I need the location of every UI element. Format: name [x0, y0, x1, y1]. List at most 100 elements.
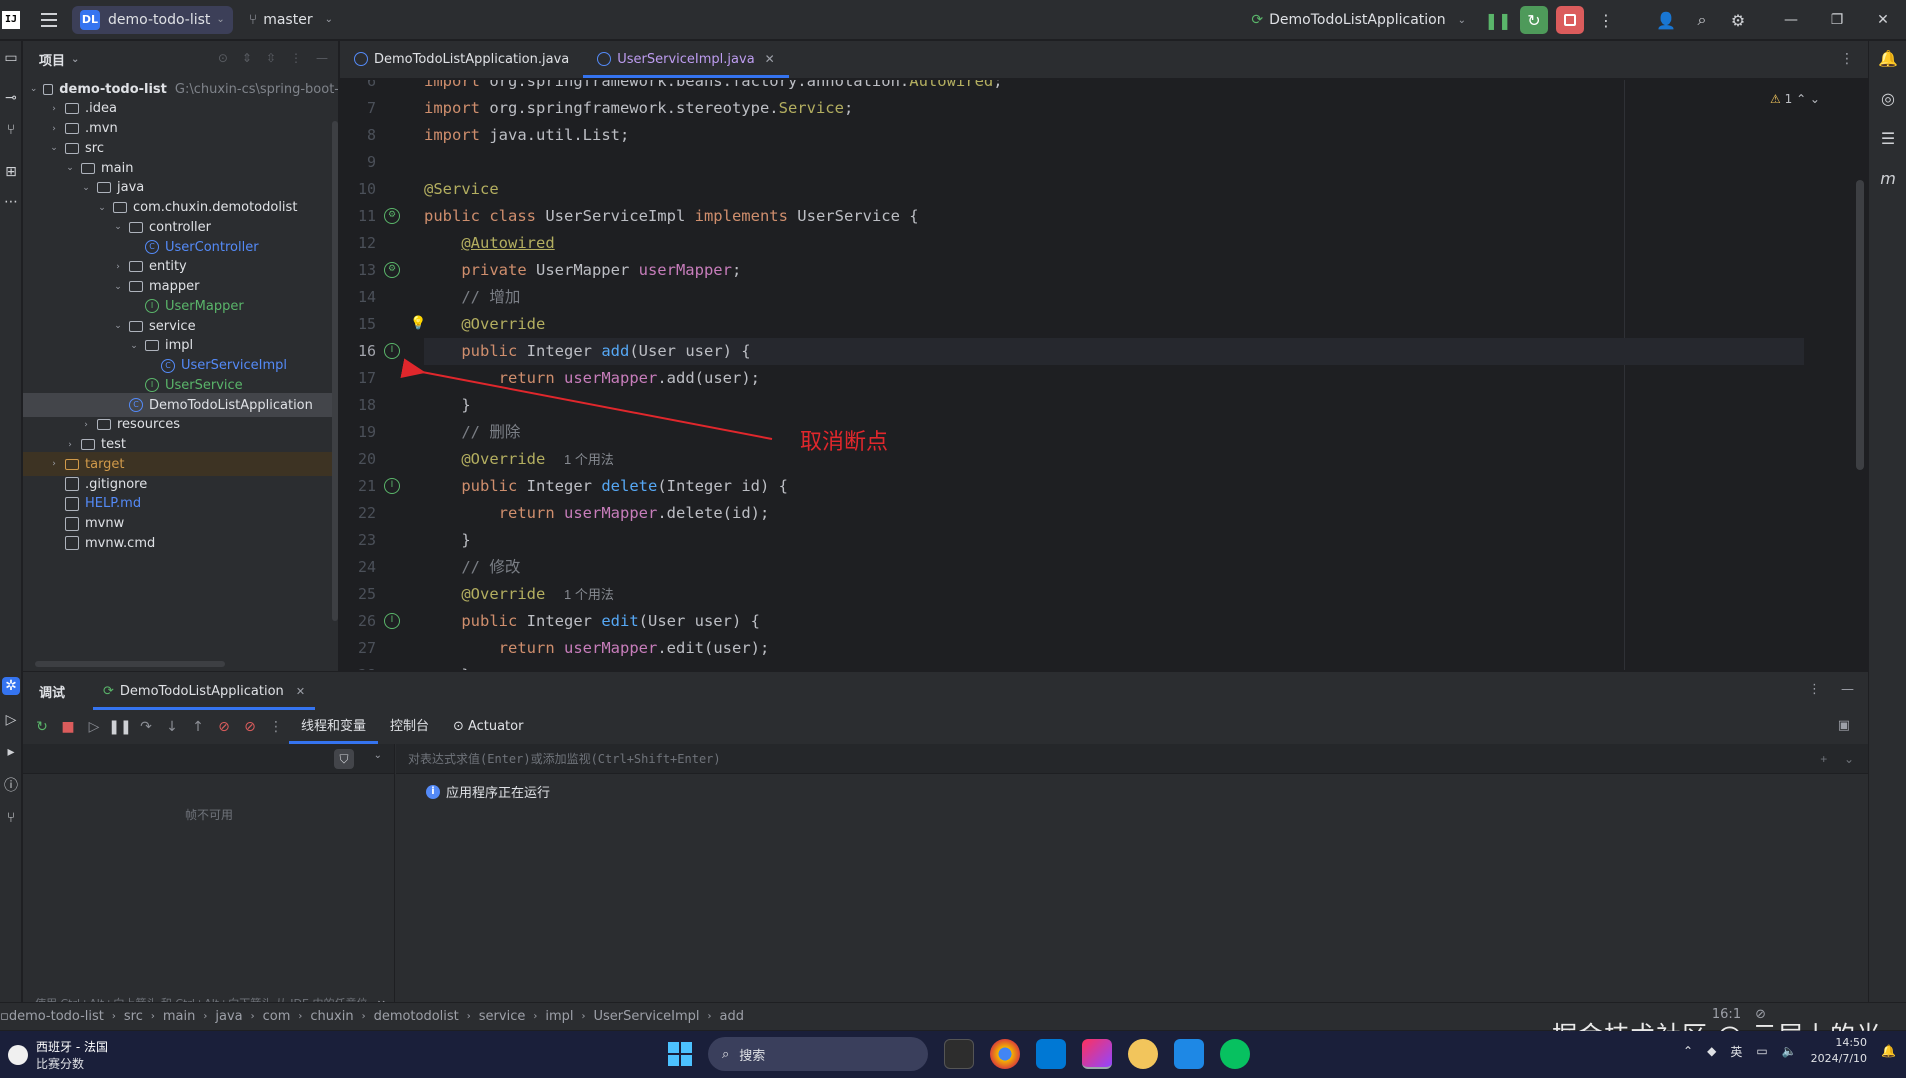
hide-panel-icon[interactable]: — [316, 51, 328, 65]
tab-console[interactable]: 控制台 [378, 710, 441, 744]
options-icon[interactable]: ⋮ [290, 51, 302, 65]
intention-bulb-icon[interactable]: 💡 [410, 317, 426, 331]
tab-threads-variables[interactable]: 线程和变量 [289, 710, 379, 744]
tab-demotodolistapplication[interactable]: DemoTodoListApplication.java [340, 40, 583, 78]
step-into-icon[interactable]: ↓ [159, 719, 185, 735]
git-icon[interactable]: ⑂ [2, 809, 20, 827]
line-number[interactable]: 9 [340, 149, 376, 176]
code-line[interactable]: return userMapper.edit(user); [424, 635, 1804, 662]
code-area[interactable]: import org.springframework.beans.factory… [410, 80, 1844, 670]
line-number[interactable]: 15 [340, 311, 376, 338]
line-number[interactable]: 18 [340, 392, 376, 419]
step-over-icon[interactable]: ↷ [133, 719, 159, 735]
debug-session-tab[interactable]: ⟳ DemoTodoListApplication ✕ [93, 672, 316, 710]
tray-app-icon[interactable]: ◆ [1707, 1044, 1716, 1058]
code-line[interactable]: public class UserServiceImpl implements … [424, 203, 1804, 230]
code-line[interactable]: } [424, 662, 1804, 670]
chevron-right-icon[interactable]: › [47, 124, 61, 134]
main-menu-button[interactable] [38, 9, 60, 31]
chevron-down-icon[interactable]: ⌄ [95, 203, 109, 213]
pause-icon[interactable]: ❚❚ [107, 719, 133, 735]
line-number[interactable]: 6 [340, 80, 376, 95]
close-window-button[interactable]: ✕ [1860, 12, 1906, 28]
line-number[interactable]: 8 [340, 122, 376, 149]
view-breakpoints-icon[interactable]: ⊘ [211, 719, 237, 735]
collapse-all-icon[interactable]: ⇳ [266, 51, 276, 65]
code-line[interactable]: @Autowired [424, 230, 1804, 257]
chevron-down-icon[interactable]: ⌄ [29, 84, 39, 94]
breadcrumb-item[interactable]: demotodolist [374, 1009, 459, 1024]
code-line[interactable]: // 修改 [424, 554, 1804, 581]
intellij-app-icon[interactable] [1082, 1039, 1112, 1069]
code-line[interactable]: return userMapper.delete(id); [424, 500, 1804, 527]
notifications-bell-icon[interactable]: 🔔 [1878, 49, 1898, 69]
add-user-icon[interactable]: 👤 [1652, 6, 1680, 34]
pause-program-button[interactable]: ❚❚ [1484, 6, 1512, 34]
stop-icon[interactable]: ■ [55, 719, 81, 735]
project-horizontal-scrollbar[interactable] [35, 661, 225, 667]
taskbar-search[interactable]: ⌕ 搜索 [708, 1037, 928, 1071]
chevron-down-icon[interactable]: ⌄ [127, 341, 141, 351]
restore-window-button[interactable]: ❐ [1814, 12, 1860, 28]
inspection-widget[interactable]: ⚠ 1 ⌃ ⌄ [1770, 92, 1820, 106]
code-line[interactable]: @Service [424, 176, 1804, 203]
editor-vertical-scrollbar[interactable] [1856, 180, 1864, 470]
code-line[interactable]: public Integer add(User user) { [424, 338, 1804, 365]
breadcrumb-item[interactable]: main [163, 1009, 195, 1024]
code-editor[interactable]: 6 7 8 9 10 11 ⚙ 12 13 ⚙ 14 15 16 I 17 18 19 20 21 I 22 23 24 25… [340, 80, 1868, 670]
code-line[interactable] [424, 149, 1804, 176]
line-number[interactable]: 19 [340, 419, 376, 446]
chevron-down-icon[interactable]: ⌄ [111, 321, 125, 331]
structure-icon[interactable]: ⊞ [2, 163, 20, 181]
implements-gutter-icon[interactable]: I [384, 613, 400, 629]
line-number[interactable]: 28 [340, 662, 376, 670]
line-number[interactable]: 11 [340, 203, 376, 230]
editor-gutter[interactable]: 6 7 8 9 10 11 ⚙ 12 13 ⚙ 14 15 16 I 17 18 19 20 21 I 22 23 24 25… [340, 80, 420, 670]
tab-actuator[interactable]: ⊙ Actuator [441, 710, 535, 744]
database-icon[interactable]: ☰ [1878, 129, 1898, 149]
line-number[interactable]: 22 [340, 500, 376, 527]
minimize-window-button[interactable]: — [1768, 12, 1814, 28]
chevron-right-icon[interactable]: › [79, 420, 93, 430]
code-line[interactable]: import org.springframework.beans.factory… [424, 80, 1804, 95]
line-number[interactable]: 17 [340, 365, 376, 392]
code-line[interactable]: @Override 1 个用法 [424, 446, 1804, 473]
settings-gear-icon[interactable]: ⚙ [1724, 6, 1752, 34]
project-vertical-scrollbar[interactable] [332, 121, 338, 621]
breadcrumb-item[interactable]: demo-todo-list [9, 1009, 104, 1024]
code-line[interactable]: return userMapper.add(user); [424, 365, 1804, 392]
chevron-down-icon[interactable]: ⌄ [111, 222, 125, 232]
filter-icon[interactable]: ⛉ [334, 749, 354, 769]
notification-icon[interactable]: 🔔 [1881, 1044, 1896, 1058]
debug-bug-icon[interactable]: ✲ [2, 677, 20, 695]
line-number[interactable]: 7 [340, 95, 376, 122]
spring-bean-gutter-icon[interactable]: ⚙ [384, 208, 400, 224]
breadcrumb-item[interactable]: com [263, 1009, 291, 1024]
breadcrumb-item[interactable]: impl [545, 1009, 573, 1024]
line-number[interactable]: 10 [340, 176, 376, 203]
code-line[interactable]: public Integer delete(Integer id) { [424, 473, 1804, 500]
code-line[interactable]: import java.util.List; [424, 122, 1804, 149]
run-configuration-selector[interactable]: ⟳ DemoTodoListApplication ⌄ [1251, 12, 1466, 28]
chevron-down-icon[interactable]: ⌄ [63, 163, 77, 173]
code-line[interactable]: public Integer edit(User user) { [424, 608, 1804, 635]
chevron-right-icon[interactable]: › [47, 104, 61, 114]
chevron-down-icon[interactable]: ⌄ [374, 750, 382, 761]
project-switcher[interactable]: DL demo-todo-list ⌄ [72, 5, 233, 34]
line-number[interactable]: 13 [340, 257, 376, 284]
python-app-icon[interactable] [1128, 1039, 1158, 1069]
ai-assistant-icon[interactable]: ◎ [1878, 89, 1898, 109]
chevron-right-icon[interactable]: › [63, 440, 77, 450]
layout-icon[interactable]: ▣ [1838, 718, 1850, 733]
breadcrumb-item[interactable]: UserServiceImpl [594, 1009, 700, 1024]
vscode-app-icon[interactable] [1036, 1039, 1066, 1069]
expand-all-icon[interactable]: ⇕ [242, 51, 252, 65]
implements-gutter-icon[interactable]: I [384, 343, 400, 359]
line-number[interactable]: 27 [340, 635, 376, 662]
tray-expand-icon[interactable]: ⌃ [1683, 1044, 1693, 1058]
breadcrumb-item[interactable]: src [124, 1009, 143, 1024]
breadcrumb-item[interactable]: java [215, 1009, 242, 1024]
news-widget[interactable]: 西班牙 - 法国 比赛分数 [8, 1038, 108, 1072]
line-number[interactable]: 14 [340, 284, 376, 311]
tab-userserviceimpl[interactable]: UserServiceImpl.java ✕ [583, 40, 790, 78]
